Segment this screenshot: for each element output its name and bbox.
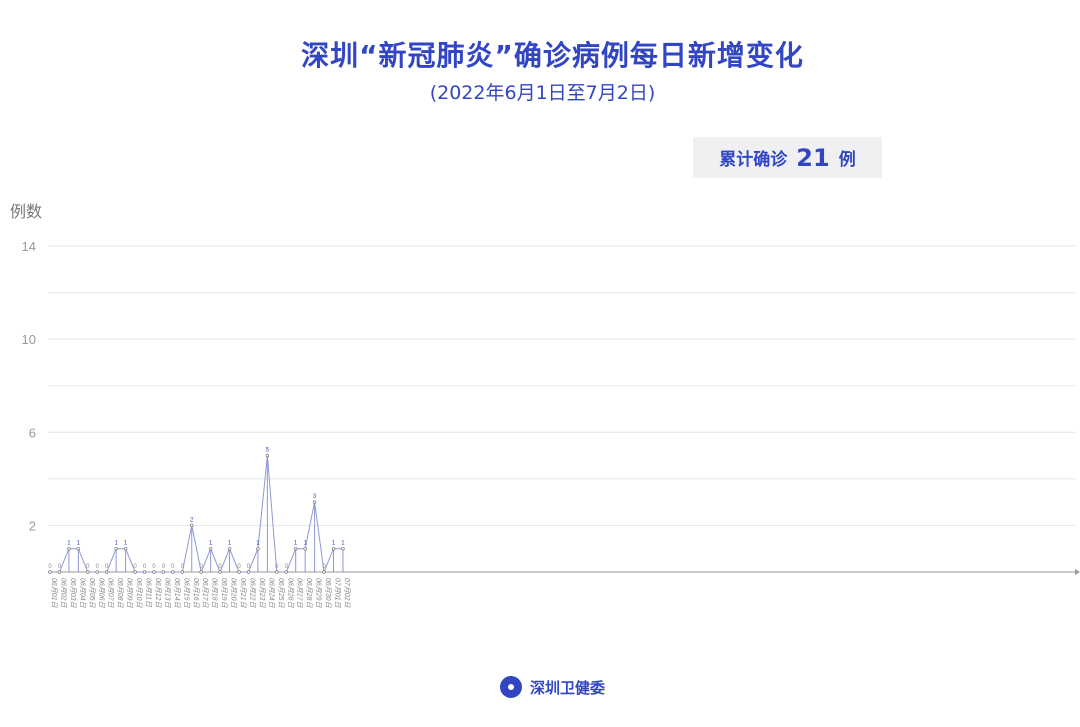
data-label: 0 xyxy=(162,564,166,570)
x-axis-arrow xyxy=(1075,569,1080,575)
data-point xyxy=(190,523,194,528)
data-point xyxy=(171,570,175,574)
data-point xyxy=(123,546,128,551)
data-point xyxy=(95,570,99,574)
x-tick-label: 06月24日 xyxy=(267,578,275,609)
x-tick-label: 06月07日 xyxy=(107,578,115,609)
daily-cases-chart: 2610140 01 10 0 01 10 0 0 0 0 0201010 0150 01 1301 106… xyxy=(22,239,1080,609)
y-tick-label: 14 xyxy=(22,239,36,254)
data-point xyxy=(104,570,109,574)
x-tick-label: 06月03日 xyxy=(69,578,77,609)
series-line xyxy=(50,455,343,574)
data-point xyxy=(284,570,289,574)
data-point xyxy=(208,546,213,551)
data-label: 0 xyxy=(143,564,147,570)
data-label: 0 xyxy=(48,564,52,570)
data-point xyxy=(227,546,232,551)
data-point xyxy=(341,546,345,551)
data-point xyxy=(246,570,251,574)
data-label: 0 xyxy=(133,564,137,570)
data-point xyxy=(322,570,326,574)
data-point xyxy=(180,570,185,574)
data-label: 0 xyxy=(152,564,156,570)
data-label: 0 xyxy=(96,564,100,570)
data-point xyxy=(256,546,260,551)
x-tick-label: 06月08日 xyxy=(116,578,124,609)
y-tick-label: 10 xyxy=(22,332,36,347)
x-tick-label: 06月22日 xyxy=(248,578,256,609)
x-tick-label: 06月04日 xyxy=(78,578,86,609)
data-point xyxy=(76,546,81,551)
data-point xyxy=(303,546,307,551)
data-label: 5 xyxy=(266,448,270,454)
data-label: 1 xyxy=(341,541,345,547)
x-tick-label: 06月10日 xyxy=(135,578,143,609)
data-label: 1 xyxy=(67,541,71,547)
data-point xyxy=(331,546,336,551)
data-point xyxy=(48,570,52,574)
data-point xyxy=(67,546,71,551)
data-label: 0 xyxy=(86,564,90,570)
x-tick-label: 06月29日 xyxy=(315,578,323,609)
x-tick-label: 06月15日 xyxy=(182,578,190,609)
data-point xyxy=(114,546,118,551)
x-tick-label: 06月19日 xyxy=(220,578,228,609)
data-label: 1 xyxy=(77,541,81,547)
data-label: 1 xyxy=(332,541,336,547)
data-point xyxy=(133,570,137,574)
x-tick-label: 06月11日 xyxy=(145,578,153,608)
data-label: 0 xyxy=(237,564,241,570)
x-tick-label: 06月25日 xyxy=(277,578,285,609)
x-tick-label: 06月18日 xyxy=(211,578,219,609)
x-tick-label: 06月09日 xyxy=(126,578,134,609)
data-label: 0 xyxy=(171,564,175,570)
y-tick-label: 2 xyxy=(29,518,36,533)
data-point xyxy=(265,453,270,458)
data-point xyxy=(57,570,62,574)
x-tick-label: 06月30日 xyxy=(324,578,332,609)
x-tick-label: 06月28日 xyxy=(305,578,313,609)
x-tick-label: 06月17日 xyxy=(201,578,209,609)
data-label: 3 xyxy=(313,494,317,500)
x-tick-label: 06月06日 xyxy=(97,578,105,609)
data-label: 2 xyxy=(190,517,194,523)
footer-org: 深圳卫健委 xyxy=(529,678,605,697)
x-tick-label: 07月01日 xyxy=(334,578,342,609)
y-tick-label: 6 xyxy=(29,425,36,440)
x-tick-label: 06月26日 xyxy=(286,578,294,609)
footer: 深圳卫健委 xyxy=(0,676,1080,698)
x-tick-label: 06月01日 xyxy=(50,578,58,609)
x-tick-label: 06月21日 xyxy=(239,578,247,609)
x-tick-label: 06月23日 xyxy=(258,578,266,609)
data-label: 1 xyxy=(209,541,213,547)
data-point xyxy=(293,546,298,551)
data-point xyxy=(312,500,317,504)
data-label: 1 xyxy=(294,541,298,547)
data-label: 1 xyxy=(256,541,260,547)
data-label: 1 xyxy=(228,541,232,547)
x-tick-label: 06月16日 xyxy=(192,578,200,609)
data-point xyxy=(142,570,147,574)
x-tick-label: 06月13日 xyxy=(163,578,171,609)
data-point xyxy=(161,570,166,574)
data-point xyxy=(275,570,279,574)
data-label: 0 xyxy=(275,564,279,570)
data-point xyxy=(218,570,222,574)
data-label: 1 xyxy=(114,541,118,547)
data-label: 1 xyxy=(124,541,128,547)
x-tick-label: 06月27日 xyxy=(296,578,304,609)
data-point xyxy=(237,570,241,574)
data-point xyxy=(152,570,156,574)
x-tick-label: 06月20日 xyxy=(230,578,238,609)
x-tick-label: 06月14日 xyxy=(173,578,181,609)
x-tick-label: 07月02日 xyxy=(343,578,351,609)
data-point xyxy=(86,570,90,574)
x-tick-label: 06月02日 xyxy=(59,578,67,609)
x-tick-label: 06月05日 xyxy=(88,578,96,609)
x-tick-label: 06月12日 xyxy=(154,578,162,609)
health-commission-logo-icon xyxy=(499,676,522,698)
data-point xyxy=(199,570,203,574)
